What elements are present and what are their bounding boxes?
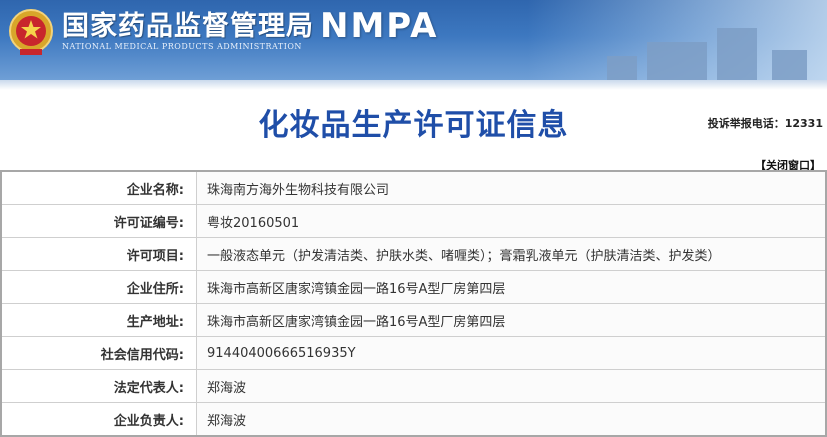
building-silhouette	[647, 42, 707, 80]
building-silhouette	[772, 50, 807, 80]
field-label: 许可证编号:	[0, 204, 197, 238]
field-label: 企业住所:	[0, 270, 197, 304]
building-silhouette	[717, 28, 757, 80]
page-title: 化妆品生产许可证信息	[258, 108, 569, 143]
license-info-table: 企业名称: 珠海南方海外生物科技有限公司 许可证编号: 粤妆20160501 许可项目:…	[0, 170, 827, 437]
field-label: 企业负责人:	[0, 402, 197, 437]
agency-name-cn: 国家药品监督管理局	[62, 11, 314, 42]
field-value: 珠海市高新区唐家湾镇金园一路16号A型厂房第四层	[196, 270, 827, 304]
table-row: 法定代表人: 郑海波	[0, 369, 827, 403]
field-value: 郑海波	[196, 402, 827, 437]
field-value: 91440400666516935Y	[196, 336, 827, 370]
header-shadow	[0, 80, 827, 90]
table-row: 企业负责人: 郑海波	[0, 402, 827, 437]
field-value: 一般液态单元（护发清洁类、护肤水类、啫喱类）；膏霜乳液单元（护肤清洁类、护发类）	[196, 237, 827, 271]
field-value: 珠海南方海外生物科技有限公司	[196, 170, 827, 205]
table-row: 企业住所: 珠海市高新区唐家湾镇金园一路16号A型厂房第四层	[0, 270, 827, 304]
header-banner: 国家药品监督管理局 NMPA NATIONAL MEDICAL PRODUCTS…	[0, 0, 827, 80]
field-label: 生产地址:	[0, 303, 197, 337]
table-row: 社会信用代码: 91440400666516935Y	[0, 336, 827, 370]
field-label: 许可项目:	[0, 237, 197, 271]
table-row: 许可项目: 一般液态单元（护发清洁类、护肤水类、啫喱类）；膏霜乳液单元（护肤清洁类…	[0, 237, 827, 271]
national-emblem-icon	[8, 7, 54, 57]
field-label: 法定代表人:	[0, 369, 197, 403]
field-value: 郑海波	[196, 369, 827, 403]
table-row: 企业名称: 珠海南方海外生物科技有限公司	[0, 170, 827, 205]
table-row: 许可证编号: 粤妆20160501	[0, 204, 827, 238]
field-value: 粤妆20160501	[196, 204, 827, 238]
field-value: 珠海市高新区唐家湾镇金园一路16号A型厂房第四层	[196, 303, 827, 337]
table-row: 生产地址: 珠海市高新区唐家湾镇金园一路16号A型厂房第四层	[0, 303, 827, 337]
agency-name-en: NATIONAL MEDICAL PRODUCTS ADMINISTRATION	[62, 42, 302, 51]
agency-abbr: NMPA	[320, 6, 439, 46]
field-label: 企业名称:	[0, 170, 197, 205]
field-label: 社会信用代码:	[0, 336, 197, 370]
building-silhouette	[607, 56, 637, 80]
complaint-hotline: 投诉举报电话：12331	[707, 117, 823, 130]
